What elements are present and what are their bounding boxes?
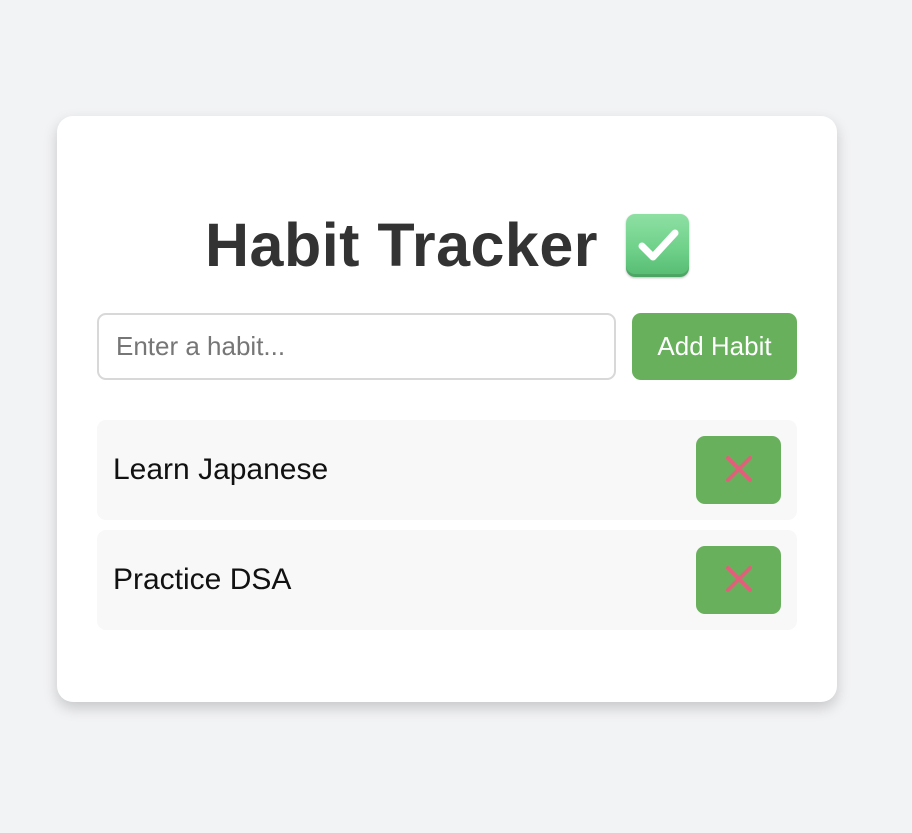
habit-item: Practice DSA [97,530,797,630]
add-habit-form: Add Habit [97,313,797,380]
habit-tracker-card: Habit Tracker Add Habit Learn Japanese P… [57,116,837,702]
habit-label: Learn Japanese [113,453,329,486]
cross-mark-icon [724,564,754,597]
habit-label: Practice DSA [113,563,292,596]
cross-mark-icon [724,454,754,487]
title-row: Habit Tracker [57,208,837,282]
check-mark-icon [626,213,690,277]
page-title: Habit Tracker [204,210,599,279]
habit-list: Learn Japanese Practice DSA [97,420,797,640]
habit-item: Learn Japanese [97,420,797,520]
delete-habit-button[interactable] [696,436,781,504]
habit-input[interactable] [97,313,616,380]
add-habit-button[interactable]: Add Habit [632,313,797,380]
delete-habit-button[interactable] [696,546,781,614]
